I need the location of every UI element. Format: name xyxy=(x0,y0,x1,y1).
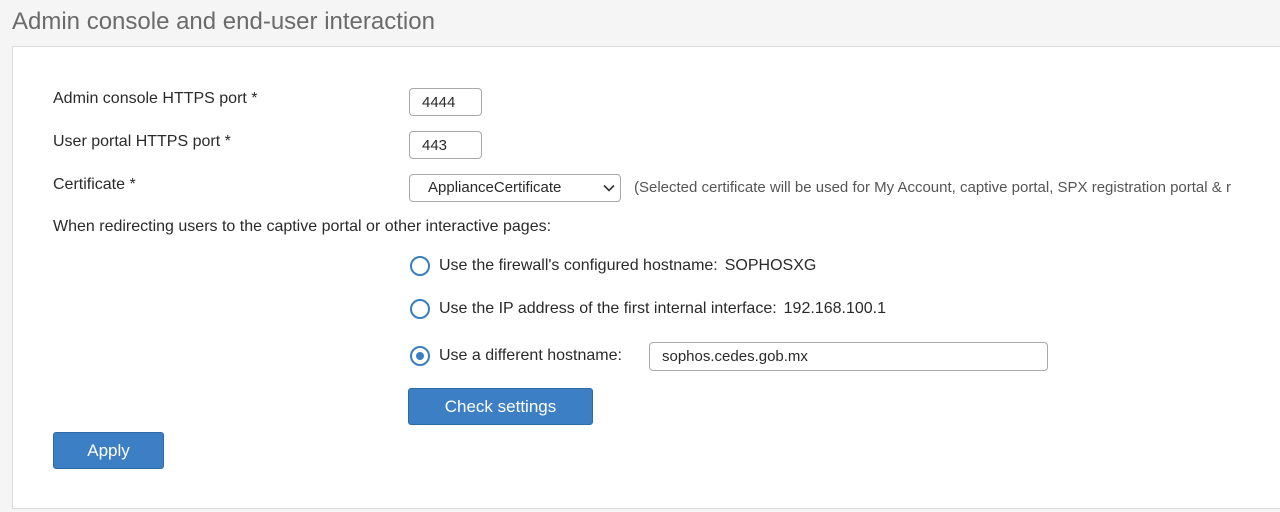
section-title: Admin console and end-user interaction xyxy=(12,8,435,35)
internal-ip-value: 192.168.100.1 xyxy=(783,300,886,317)
radio-option-hostname[interactable]: Use the firewall's configured hostname: … xyxy=(410,256,816,276)
radio-button[interactable] xyxy=(410,256,430,276)
settings-panel xyxy=(12,46,1280,509)
different-hostname-input[interactable] xyxy=(649,342,1048,371)
check-settings-button[interactable]: Check settings xyxy=(408,388,593,425)
user-port-input[interactable] xyxy=(409,131,482,159)
chevron-down-icon xyxy=(603,184,615,192)
radio-label: Use a different hostname: xyxy=(439,347,622,364)
radio-label: Use the IP address of the first internal… xyxy=(439,300,777,317)
certificate-selected-value: ApplianceCertificate xyxy=(428,179,562,196)
certificate-hint: (Selected certificate will be used for M… xyxy=(634,179,1231,196)
user-port-label: User portal HTTPS port * xyxy=(53,133,231,150)
configured-hostname-value: SOPHOSXG xyxy=(724,257,817,274)
radio-button[interactable] xyxy=(410,346,430,366)
apply-button[interactable]: Apply xyxy=(53,432,164,469)
redirect-label: When redirecting users to the captive po… xyxy=(53,218,552,235)
radio-option-different-hostname[interactable]: Use a different hostname: xyxy=(410,346,622,366)
radio-option-ip-address[interactable]: Use the IP address of the first internal… xyxy=(410,299,886,319)
admin-port-label: Admin console HTTPS port * xyxy=(53,90,258,107)
radio-label: Use the firewall's configured hostname: xyxy=(439,257,718,274)
certificate-select[interactable]: ApplianceCertificate xyxy=(409,174,621,202)
certificate-label: Certificate * xyxy=(53,176,136,193)
radio-button[interactable] xyxy=(410,299,430,319)
admin-port-input[interactable] xyxy=(409,88,482,116)
